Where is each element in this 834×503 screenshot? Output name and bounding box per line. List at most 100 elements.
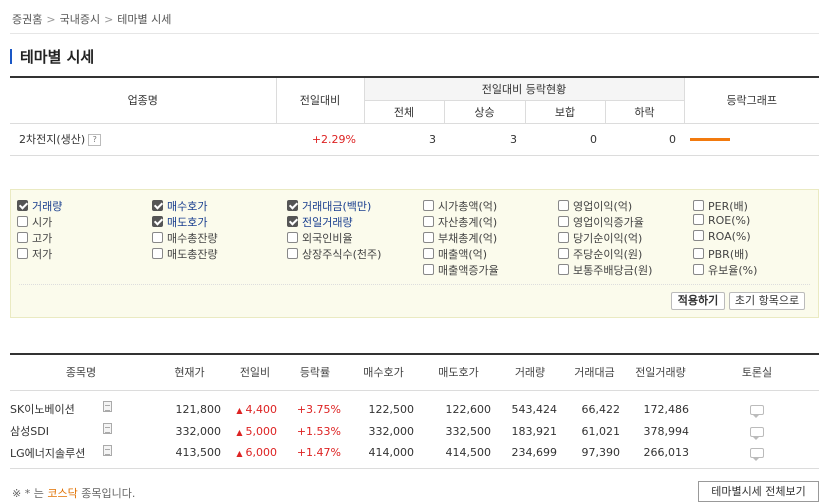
checkbox[interactable] <box>17 216 28 227</box>
checkbox[interactable] <box>423 200 434 211</box>
filter-option[interactable]: 시가총액(억) <box>423 198 497 214</box>
breadcrumb: 증권홈 > 국내증시 > 테마별 시세 <box>12 11 171 27</box>
checkbox[interactable] <box>558 248 569 259</box>
document-icon[interactable] <box>103 444 112 456</box>
filter-option[interactable]: 매출액증가율 <box>423 262 499 278</box>
checkbox[interactable] <box>558 264 569 275</box>
note-suffix: 종목입니다. <box>81 487 136 500</box>
filter-option-label: 부채총계(억) <box>438 232 498 245</box>
apply-button[interactable]: 적용하기 <box>671 292 725 310</box>
filter-option[interactable]: 거래량 <box>17 198 62 214</box>
filter-option[interactable]: 영업이익(억) <box>558 198 632 214</box>
stock-header: 전일거래량 <box>626 354 695 391</box>
breadcrumb-domestic[interactable]: 국내증시 <box>60 13 100 26</box>
checkbox[interactable] <box>423 216 434 227</box>
checkbox[interactable] <box>558 200 569 211</box>
checkbox[interactable] <box>152 200 163 211</box>
view-all-button[interactable]: 테마별시세 전체보기 <box>698 481 819 502</box>
cell-volume: 183,921 <box>511 424 558 438</box>
speech-bubble-icon[interactable] <box>750 448 764 462</box>
filter-option[interactable]: 매수호가 <box>152 198 207 214</box>
cell-ask: 414,500 <box>420 442 497 469</box>
cell-diff: ▲ 6,000 <box>227 442 283 469</box>
checkbox[interactable] <box>693 214 704 225</box>
checkbox[interactable] <box>152 232 163 243</box>
reset-button[interactable]: 초기 항목으로 <box>729 292 805 310</box>
filter-option[interactable]: 당기순이익(억) <box>558 230 642 246</box>
filter-option-label: 주당순이익(원) <box>573 248 643 261</box>
cell-bid: 414,000 <box>347 442 420 469</box>
filter-option-label: 저가 <box>32 248 53 261</box>
stock-name[interactable]: 삼성SDI <box>10 425 49 438</box>
stock-name[interactable]: SK이노베이션 <box>10 403 75 416</box>
filter-option[interactable]: ROE(%) <box>693 214 750 227</box>
checkbox[interactable] <box>423 232 434 243</box>
filter-option[interactable]: 자산총계(억) <box>423 214 497 230</box>
checkbox[interactable] <box>693 248 704 259</box>
cell-price: 332,000 <box>175 424 222 438</box>
theme-rise: 3 <box>444 123 525 156</box>
header-fall: 하락 <box>604 100 684 124</box>
stock-table: 종목명 현재가 전일비 등락률 매수호가 매도호가 거래량 거래대금 전일거래량 토론실 SK이노… <box>10 353 819 469</box>
theme-name: 2차전지(생산) <box>19 133 86 146</box>
checkbox[interactable] <box>287 248 298 259</box>
filter-option-label: PBR(배) <box>708 248 749 261</box>
checkbox[interactable] <box>423 264 434 275</box>
cell-amount: 61,021 <box>581 424 621 438</box>
filter-option-label: 전일거래량 <box>302 216 353 229</box>
filter-option[interactable]: 저가 <box>17 246 52 262</box>
checkbox[interactable] <box>287 232 298 243</box>
stock-header: 매도호가 <box>420 354 497 391</box>
checkbox[interactable] <box>287 216 298 227</box>
filter-option[interactable]: 전일거래량 <box>287 214 353 230</box>
filter-option[interactable]: 상장주식수(천주) <box>287 246 381 262</box>
checkbox[interactable] <box>287 200 298 211</box>
filter-option-label: 상장주식수(천주) <box>302 248 382 261</box>
filter-option[interactable]: ROA(%) <box>693 230 751 243</box>
checkbox[interactable] <box>423 248 434 259</box>
filter-option[interactable]: 부채총계(억) <box>423 230 497 246</box>
filter-option[interactable]: PER(배) <box>693 198 748 214</box>
document-icon[interactable] <box>103 423 112 434</box>
filter-option-label: 시가 <box>32 216 53 229</box>
checkbox[interactable] <box>17 232 28 243</box>
cell-price: 121,800 <box>175 402 222 416</box>
filter-option[interactable]: 매도총잔량 <box>152 246 218 262</box>
header-rise: 상승 <box>443 100 525 124</box>
checkbox[interactable] <box>152 248 163 259</box>
checkbox[interactable] <box>693 230 704 241</box>
checkbox[interactable] <box>558 232 569 243</box>
rise-ratio-bar <box>690 138 730 141</box>
stock-name[interactable]: LG에너지솔루션 <box>10 447 85 460</box>
filter-option[interactable]: PBR(배) <box>693 246 749 262</box>
theme-summary-table: 업종명 전일대비 전일대비 등락현황 등락그래프 전체 상승 보합 하락 2차전… <box>10 76 819 156</box>
checkbox[interactable] <box>17 200 28 211</box>
checkbox[interactable] <box>693 264 704 275</box>
filter-option[interactable]: 시가 <box>17 214 52 230</box>
up-triangle-icon: ▲ <box>236 405 243 415</box>
stock-header: 종목명 <box>10 354 152 391</box>
filter-option[interactable]: 매수총잔량 <box>152 230 218 246</box>
cell-amount: 66,422 <box>581 402 621 416</box>
filter-option[interactable]: 고가 <box>17 230 52 246</box>
filter-option[interactable]: 외국인비율 <box>287 230 353 246</box>
checkbox[interactable] <box>693 200 704 211</box>
breadcrumb-home[interactable]: 증권홈 <box>12 13 42 26</box>
filter-option[interactable]: 보통주배당금(원) <box>558 262 652 278</box>
filter-option[interactable]: 영업이익증가율 <box>558 214 644 230</box>
document-icon[interactable] <box>103 401 112 413</box>
header-change: 전일대비 <box>275 77 364 124</box>
filter-option[interactable]: 유보율(%) <box>693 262 757 278</box>
filter-option[interactable]: 거래대금(백만) <box>287 198 371 214</box>
checkbox[interactable] <box>558 216 569 227</box>
filter-option[interactable]: 주당순이익(원) <box>558 246 642 262</box>
speech-bubble-icon[interactable] <box>750 404 764 418</box>
speech-bubble-icon[interactable] <box>750 426 764 440</box>
checkbox[interactable] <box>17 248 28 259</box>
filter-option[interactable]: 매출액(억) <box>423 246 487 262</box>
filter-option[interactable]: 매도호가 <box>152 214 207 230</box>
cell-bid: 122,500 <box>368 402 415 416</box>
checkbox[interactable] <box>152 216 163 227</box>
up-triangle-icon: ▲ <box>236 449 243 459</box>
help-icon[interactable]: ? <box>88 134 102 146</box>
